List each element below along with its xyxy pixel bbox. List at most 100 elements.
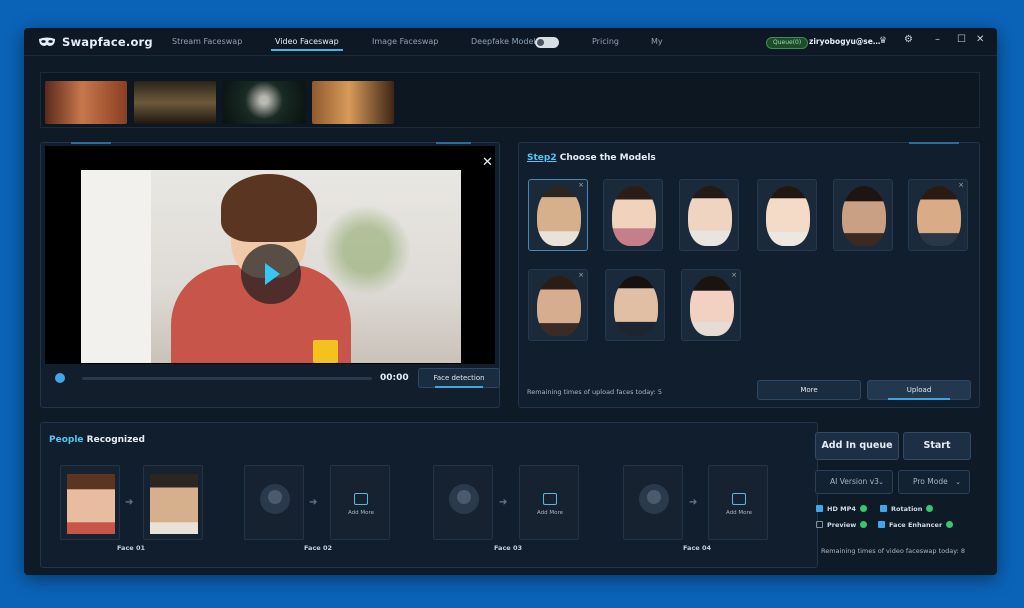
- video-thumbnail-strip: [40, 72, 980, 128]
- people-recognized-title: People Recognized: [49, 435, 145, 445]
- player-controls: 00:00 Face detection: [45, 364, 500, 402]
- add-more-label: Add More: [725, 510, 753, 516]
- user-email[interactable]: ziryobogyu@se…: [809, 37, 880, 46]
- remove-model-icon[interactable]: ×: [578, 181, 584, 189]
- info-icon[interactable]: [859, 505, 867, 512]
- title-rest: Recognized: [86, 435, 145, 445]
- video-thumbnail[interactable]: [312, 81, 394, 124]
- checkbox[interactable]: [816, 505, 823, 512]
- crown-icon[interactable]: ♛: [879, 36, 887, 46]
- button-accent: [888, 398, 950, 400]
- play-button[interactable]: [241, 244, 301, 304]
- nav-video-faceswap[interactable]: Video Faceswap: [271, 37, 343, 51]
- add-face-card[interactable]: Add More: [519, 465, 579, 540]
- nav-deepfake-model[interactable]: Deepfake Model: [471, 37, 536, 46]
- deepfake-model-toggle[interactable]: [535, 37, 559, 48]
- more-label: More: [800, 386, 818, 394]
- model-face: [612, 186, 656, 246]
- model-face-card[interactable]: [757, 179, 817, 251]
- nav-my[interactable]: My: [651, 37, 663, 46]
- model-face-card[interactable]: ×: [681, 269, 741, 341]
- add-in-queue-label: Add In queue: [821, 440, 893, 451]
- arrow-right-icon: ➔: [309, 497, 318, 508]
- video-screen[interactable]: ✕: [45, 146, 495, 364]
- title-highlight: People: [49, 435, 84, 445]
- model-face: [537, 186, 581, 246]
- option-label: Preview: [827, 521, 857, 529]
- checkbox[interactable]: [880, 505, 887, 512]
- model-face-card[interactable]: ×: [908, 179, 968, 251]
- app-window: Swapface.org Stream Faceswap Video Faces…: [24, 28, 997, 575]
- face-scan-icon: [543, 493, 557, 505]
- video-thumbnail[interactable]: [134, 81, 216, 124]
- mode-select[interactable]: Pro Mode ⌄: [898, 470, 970, 494]
- video-thumbnail[interactable]: [223, 81, 305, 124]
- arrow-right-icon: ➔: [125, 497, 134, 508]
- remove-model-icon[interactable]: ×: [958, 181, 964, 189]
- ai-version-value: AI Version v3: [830, 477, 879, 486]
- info-icon[interactable]: [926, 505, 934, 512]
- add-face-card[interactable]: Add More: [330, 465, 390, 540]
- add-face-card[interactable]: Add More: [708, 465, 768, 540]
- seek-bar[interactable]: [82, 377, 372, 380]
- model-face: [688, 186, 732, 246]
- queue-badge[interactable]: Queue(0): [766, 37, 809, 49]
- source-face-card[interactable]: [433, 465, 493, 540]
- remove-model-icon[interactable]: ×: [578, 271, 584, 279]
- maximize-icon[interactable]: ☐: [957, 34, 966, 45]
- nav-stream-faceswap[interactable]: Stream Faceswap: [172, 37, 242, 46]
- upload-button[interactable]: Upload: [867, 380, 971, 400]
- arrow-right-icon: ➔: [689, 497, 698, 508]
- option-face-enhancer[interactable]: Face Enhancer: [878, 521, 954, 529]
- model-face-card[interactable]: ×: [528, 179, 588, 251]
- source-face-card[interactable]: [60, 465, 120, 540]
- title-bar: Swapface.org Stream Faceswap Video Faces…: [24, 28, 997, 56]
- app-logo[interactable]: Swapface.org: [38, 35, 153, 49]
- nav-pricing[interactable]: Pricing: [592, 37, 619, 46]
- info-icon[interactable]: [946, 521, 954, 528]
- option-rotation[interactable]: Rotation: [880, 505, 934, 513]
- model-face-card[interactable]: [679, 179, 739, 251]
- model-face-card[interactable]: ×: [528, 269, 588, 341]
- checkbox[interactable]: [816, 521, 823, 528]
- people-recognized-panel: People Recognized ➔ Face 01 ➔ Add More F…: [40, 422, 818, 568]
- remove-model-icon[interactable]: ×: [731, 271, 737, 279]
- face-scan-icon: [354, 493, 368, 505]
- option-label: Face Enhancer: [889, 521, 943, 529]
- source-face-card[interactable]: [623, 465, 683, 540]
- face-detection-button[interactable]: Face detection: [418, 368, 500, 388]
- model-face-card[interactable]: [605, 269, 665, 341]
- info-icon[interactable]: [860, 521, 868, 528]
- source-face-card[interactable]: [244, 465, 304, 540]
- close-video-icon[interactable]: ✕: [482, 155, 493, 170]
- close-icon[interactable]: ✕: [976, 34, 984, 45]
- ai-version-select[interactable]: AI Version v3 ⌄: [815, 470, 893, 494]
- add-in-queue-button[interactable]: Add In queue: [815, 432, 899, 460]
- nav-image-faceswap[interactable]: Image Faceswap: [372, 37, 438, 46]
- panel-accent: [71, 142, 111, 144]
- model-face-card[interactable]: [833, 179, 893, 251]
- minimize-icon[interactable]: –: [935, 34, 940, 45]
- video-thumbnail[interactable]: [45, 81, 127, 124]
- detected-face: [67, 474, 115, 534]
- settings-icon[interactable]: ⚙: [904, 34, 913, 45]
- play-small-icon[interactable]: [55, 373, 65, 383]
- chevron-down-icon: ⌄: [955, 478, 961, 486]
- step2-title: Step2 Choose the Models: [527, 153, 656, 163]
- checkbox[interactable]: [878, 521, 885, 528]
- step-title-text: Choose the Models: [559, 153, 656, 163]
- model-face: [766, 186, 810, 246]
- upload-remaining-text: Remaining times of upload faces today: 5: [527, 388, 662, 396]
- start-button[interactable]: Start: [903, 432, 971, 460]
- person-placeholder-icon: [639, 484, 669, 514]
- face-label: Face 03: [494, 544, 523, 552]
- model-face-card[interactable]: [603, 179, 663, 251]
- more-button[interactable]: More: [757, 380, 861, 400]
- model-face: [917, 186, 961, 246]
- panel-accent: [436, 142, 471, 144]
- option-preview[interactable]: Preview: [816, 521, 868, 529]
- option-hd-mp4[interactable]: HD MP4: [816, 505, 867, 513]
- swapped-face: [150, 474, 198, 534]
- option-label: HD MP4: [827, 505, 856, 513]
- target-face-card[interactable]: [143, 465, 203, 540]
